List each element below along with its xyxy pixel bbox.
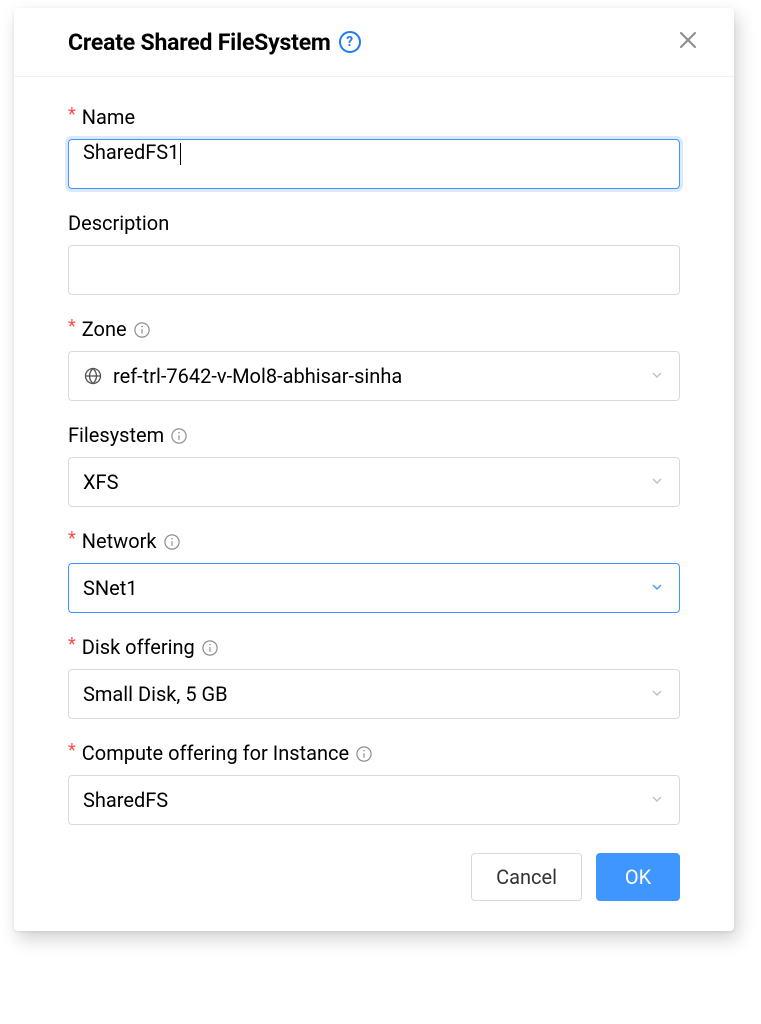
compute-offering-select-value: SharedFS xyxy=(83,788,168,812)
field-compute-offering: * Compute offering for Instance SharedFS xyxy=(68,741,680,825)
chevron-down-icon xyxy=(649,682,665,706)
name-input-value: SharedFS1 xyxy=(83,140,179,164)
modal-body: * Name SharedFS1 Description * Zone xyxy=(14,77,734,835)
disk-offering-select[interactable]: Small Disk, 5 GB xyxy=(68,669,680,719)
modal-header: Create Shared FileSystem ? xyxy=(14,8,734,77)
label-name: * Name xyxy=(68,105,680,129)
filesystem-select-value: XFS xyxy=(83,470,118,494)
label-compute-offering-text: Compute offering for Instance xyxy=(82,741,349,765)
chevron-down-icon xyxy=(649,470,665,494)
label-zone: * Zone xyxy=(68,317,680,341)
zone-select-value: ref-trl-7642-v-Mol8-abhisar-sinha xyxy=(113,364,402,388)
filesystem-select[interactable]: XFS xyxy=(68,457,680,507)
label-filesystem: Filesystem xyxy=(68,423,680,447)
field-filesystem: Filesystem XFS xyxy=(68,423,680,507)
help-icon[interactable]: ? xyxy=(339,31,361,53)
modal-title-wrap: Create Shared FileSystem ? xyxy=(68,29,361,56)
label-disk-offering: * Disk offering xyxy=(68,635,680,659)
label-description-text: Description xyxy=(68,211,169,235)
network-select-value: SNet1 xyxy=(83,576,138,600)
cancel-button[interactable]: Cancel xyxy=(471,853,582,901)
label-description: Description xyxy=(68,211,680,235)
text-caret-icon xyxy=(180,143,181,165)
create-shared-filesystem-modal: Create Shared FileSystem ? * Name Shared… xyxy=(14,8,734,931)
label-zone-text: Zone xyxy=(82,317,127,341)
field-zone: * Zone ref-trl-7642-v-Mol8-abhisar-sinha xyxy=(68,317,680,401)
description-input[interactable] xyxy=(68,245,680,295)
required-star-icon: * xyxy=(68,742,76,760)
chevron-down-icon xyxy=(649,576,665,600)
compute-offering-select[interactable]: SharedFS xyxy=(68,775,680,825)
field-network: * Network SNet1 xyxy=(68,529,680,613)
info-icon[interactable] xyxy=(201,638,219,656)
field-description: Description xyxy=(68,211,680,295)
label-name-text: Name xyxy=(82,105,135,129)
globe-icon xyxy=(83,366,103,386)
modal-footer: Cancel OK xyxy=(14,835,734,931)
label-disk-offering-text: Disk offering xyxy=(82,635,195,659)
field-name: * Name SharedFS1 xyxy=(68,105,680,189)
network-select[interactable]: SNet1 xyxy=(68,563,680,613)
label-compute-offering: * Compute offering for Instance xyxy=(68,741,680,765)
required-star-icon: * xyxy=(68,530,76,548)
name-input[interactable]: SharedFS1 xyxy=(68,139,680,189)
chevron-down-icon xyxy=(649,788,665,812)
required-star-icon: * xyxy=(68,106,76,124)
required-star-icon: * xyxy=(68,318,76,336)
info-icon[interactable] xyxy=(163,532,181,550)
close-icon[interactable] xyxy=(676,28,704,56)
chevron-down-icon xyxy=(649,364,665,388)
zone-select[interactable]: ref-trl-7642-v-Mol8-abhisar-sinha xyxy=(68,351,680,401)
info-icon[interactable] xyxy=(133,320,151,338)
label-network-text: Network xyxy=(82,529,157,553)
info-icon[interactable] xyxy=(355,744,373,762)
label-filesystem-text: Filesystem xyxy=(68,423,164,447)
modal-title: Create Shared FileSystem xyxy=(68,29,331,56)
ok-button[interactable]: OK xyxy=(596,853,680,901)
label-network: * Network xyxy=(68,529,680,553)
field-disk-offering: * Disk offering Small Disk, 5 GB xyxy=(68,635,680,719)
disk-offering-select-value: Small Disk, 5 GB xyxy=(83,682,228,706)
info-icon[interactable] xyxy=(170,426,188,444)
required-star-icon: * xyxy=(68,636,76,654)
